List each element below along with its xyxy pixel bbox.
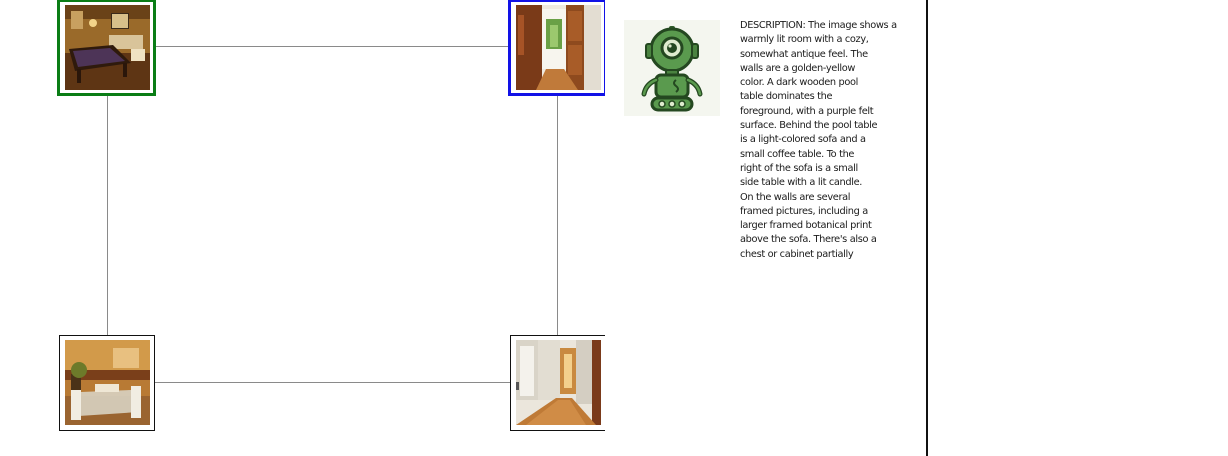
panel-divider xyxy=(926,0,928,456)
scene-description: DESCRIPTION: The image shows a warmly li… xyxy=(740,20,897,260)
edge-dining-to-hallway xyxy=(155,382,511,383)
graph-node-long-hallway[interactable] xyxy=(510,335,605,431)
graph-node-dining-room[interactable] xyxy=(59,335,155,431)
entry-hallway-thumbnail xyxy=(516,5,601,90)
edge-billiard-to-entry xyxy=(155,46,510,47)
billiard-room-thumbnail xyxy=(65,5,150,90)
edge-entry-to-hallway xyxy=(557,95,558,336)
edge-billiard-to-dining xyxy=(107,95,108,336)
graph-canvas xyxy=(0,0,605,456)
long-hallway-thumbnail xyxy=(516,340,601,425)
dining-room-thumbnail xyxy=(65,340,150,425)
graph-node-billiard-room[interactable] xyxy=(57,0,156,96)
robot-icon xyxy=(641,26,703,112)
agent-avatar xyxy=(624,20,720,116)
graph-node-entry-hallway[interactable] xyxy=(508,0,605,96)
